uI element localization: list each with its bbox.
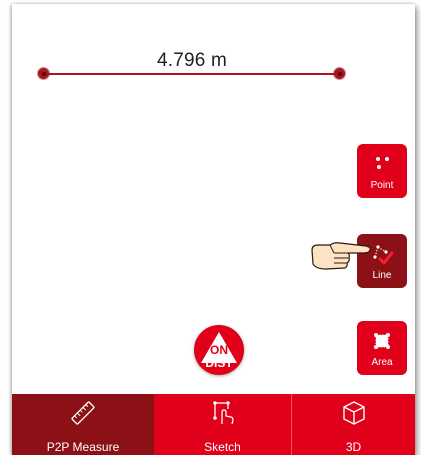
bottom-navigation: P2P Measure Sketch 3D: [12, 394, 415, 455]
tab-3d-label: 3D: [345, 440, 362, 454]
distance-measure-button[interactable]: ON DIST: [194, 325, 244, 375]
hand-pointer-icon: [311, 242, 371, 270]
tab-p2p-measure-label: P2P Measure: [46, 440, 120, 454]
tab-sketch-label: Sketch: [204, 440, 241, 454]
tab-p2p-measure[interactable]: P2P Measure: [12, 394, 154, 455]
ruler-icon: [71, 401, 95, 425]
sketch-touch-icon: [212, 401, 234, 425]
measurement-end-point[interactable]: [334, 68, 345, 79]
area-icon: [374, 333, 390, 349]
area-tool-button[interactable]: Area: [357, 321, 407, 375]
measurement-start-point[interactable]: [38, 68, 49, 79]
point-tool-button[interactable]: Point: [357, 144, 407, 198]
distance-on-label: ON: [210, 343, 228, 357]
app-screen: 4.796 m Point Line Area ON DIST P2P Meas…: [0, 0, 421, 455]
distance-dist-label: DIST: [205, 356, 233, 370]
measure-canvas[interactable]: 4.796 m Point Line Area ON DIST P2P Meas…: [12, 4, 415, 455]
measurement-line[interactable]: [43, 73, 339, 75]
measurement-value: 4.796 m: [156, 50, 228, 71]
cube-icon: [342, 401, 365, 425]
tab-sketch[interactable]: Sketch: [154, 394, 292, 455]
point-tool-label: Point: [370, 180, 394, 191]
area-tool-label: Area: [371, 357, 393, 368]
tab-3d[interactable]: 3D: [292, 394, 415, 455]
points-icon: [376, 157, 389, 169]
